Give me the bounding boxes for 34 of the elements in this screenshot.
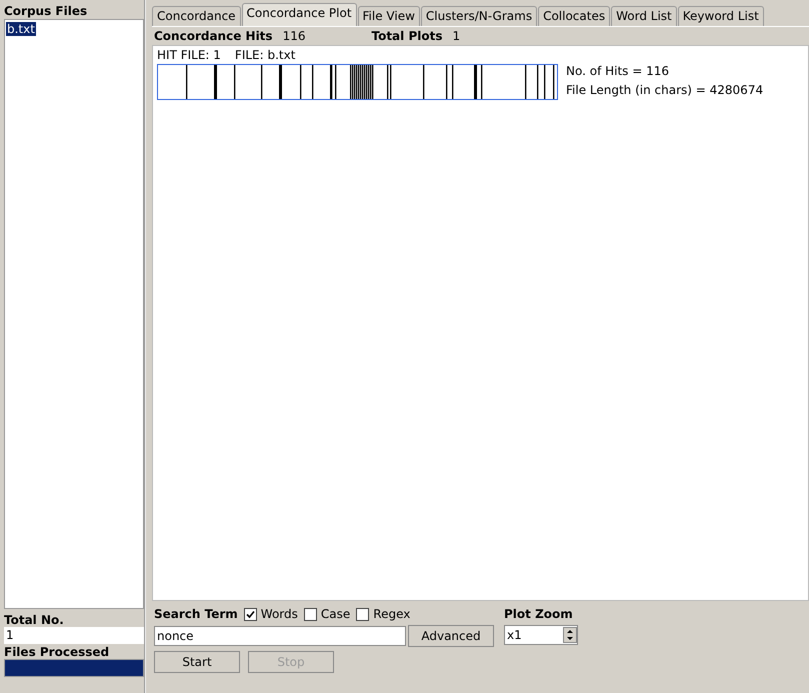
total-label: Total No. [4, 613, 65, 627]
option-label: Regex [373, 607, 410, 621]
file-label: FILE: b.txt [234, 48, 296, 62]
hits-count: No. of Hits = 116 [566, 64, 670, 78]
spin-arrows-icon[interactable] [563, 627, 577, 643]
plot-zoom-label: Plot Zoom [504, 607, 574, 621]
hit-file-label: HIT FILE: 1 [157, 48, 221, 62]
search-field[interactable]: nonce [154, 626, 406, 646]
start-button[interactable]: Start [154, 651, 240, 673]
checkbox[interactable] [304, 608, 317, 620]
hits-label: Concordance Hits [154, 29, 273, 43]
tab[interactable]: File View [358, 6, 420, 26]
search-term-label: Search Term [154, 607, 238, 621]
tab[interactable]: Concordance Plot [242, 3, 357, 26]
advanced-button[interactable]: Advanced [408, 625, 494, 647]
tab[interactable]: Concordance [152, 6, 241, 26]
option-label: Case [320, 607, 350, 621]
file-length: File Length (in chars) = 4280674 [566, 83, 764, 97]
hits-value: 116 [282, 29, 306, 43]
plots-label: Total Plots [371, 29, 442, 43]
file-list[interactable]: b.txt [4, 19, 144, 609]
tab[interactable]: Word List [611, 6, 677, 26]
zoom-spinner[interactable]: x1 [504, 625, 578, 645]
tab[interactable]: Keyword List [678, 6, 764, 26]
panel-title: Corpus Files [4, 4, 88, 18]
tab[interactable]: Clusters/N-Grams [420, 6, 538, 26]
checkbox[interactable] [244, 608, 257, 620]
plots-value: 1 [452, 29, 460, 43]
processed-label: Files Processed [4, 645, 110, 659]
total-value: 1 [4, 627, 144, 644]
option-label: Words [260, 607, 298, 621]
file-item[interactable]: b.txt [6, 22, 36, 36]
checkbox[interactable] [356, 608, 370, 620]
tab[interactable]: Collocates [538, 6, 610, 26]
